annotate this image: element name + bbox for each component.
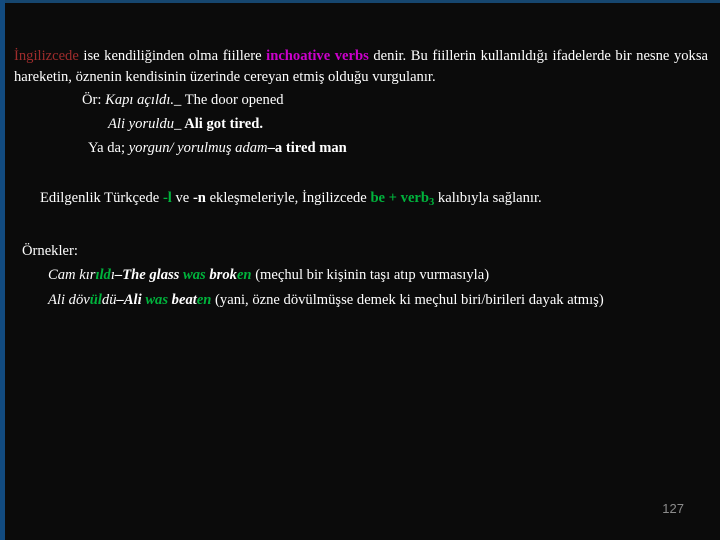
ornek1-english-a: The glass [122, 266, 184, 283]
term-inchoative-verbs: inchoative verbs [266, 48, 369, 64]
rule-text-part-1: Edilgenlik Türkçede [40, 190, 163, 206]
ornek1-english-en: en [236, 266, 252, 283]
example-prefix-or: Ör: [82, 92, 106, 108]
ornek2-turkish-a: Ali döv [48, 291, 90, 308]
example-line-1: Ör: Kapı açıldı._ The door opened [10, 88, 710, 112]
passive-rule-line: Edilgenlik Türkçede -l ve -n ekleşmeleri… [10, 188, 710, 213]
example-turkish-2: Ali yoruldu_ [108, 116, 182, 132]
slide-canvas: İngilizcede ise kendiliğinden olma fiill… [0, 0, 720, 540]
paragraph-inchoative-definition: İngilizcede ise kendiliğinden olma fiill… [10, 46, 710, 88]
rule-text-part-3: ekleşmeleriyle, İngilizcede [205, 190, 371, 206]
example-line-3: Ya da; yorgun/ yorulmuş adam–a tired man [10, 136, 710, 160]
term-ingilizcede: İngilizcede [14, 48, 79, 64]
ornek-item-1: Cam kırıldı–The glass was broken (meçhul… [10, 263, 710, 288]
slide-content: İngilizcede ise kendiliğinden olma fiill… [0, 0, 720, 540]
example-line-2: Ali yoruldu_ Ali got tired. [10, 112, 710, 136]
suffix-l: -l [162, 190, 172, 206]
paragraph-text-mid-1: ise kendiliğinden olma fiillere [78, 48, 267, 64]
ornek1-turkish-highlight: ıld [95, 266, 111, 283]
example-english-2: Ali got tired. [181, 116, 263, 132]
spacer-before-ornekler [10, 213, 710, 239]
ornek2-english-was: was [145, 291, 169, 308]
example-english-3: –a tired man [267, 140, 347, 156]
ornek2-note: (yani, özne dövülmüşse demek ki meçhul b… [211, 291, 604, 308]
formula-be-verb3: be + verb3 [370, 190, 434, 208]
example-turkish-1: Kapı açıldı._ [105, 92, 182, 108]
ornek2-english-en: en [196, 291, 212, 308]
ornek1-note: (meçhul bir kişinin taşı atıp vurmasıyla… [251, 266, 490, 283]
example-prefix-yada: Ya da; [88, 140, 129, 156]
spacer-after-examples [10, 160, 710, 188]
page-number: 127 [662, 501, 684, 516]
rule-text-part-4: kalıbıyla sağlanır. [434, 190, 542, 206]
ornek-item-2: Ali dövüldü–Ali was beaten (yani, özne d… [10, 288, 710, 313]
suffix-n: -n [192, 190, 206, 206]
ornek1-turkish-a: Cam kır [48, 266, 96, 283]
ornek2-dash: – [116, 291, 124, 308]
ornek2-turkish-c: dü [101, 291, 117, 308]
ornek2-turkish-highlight: ül [89, 291, 102, 308]
ornek1-english-c: brok [205, 266, 237, 283]
formula-be-verb-base: be + verb [370, 190, 430, 206]
example-english-1: The door opened [181, 92, 284, 108]
ornek1-english-was: was [183, 266, 206, 283]
ornekler-heading: Örnekler: [22, 242, 78, 259]
ornek2-english-a: Ali [123, 291, 146, 308]
example-turkish-3: yorgun/ yorulmuş adam [128, 140, 268, 156]
rule-text-part-2: ve [171, 190, 193, 206]
ornek2-english-c: beat [168, 291, 197, 308]
